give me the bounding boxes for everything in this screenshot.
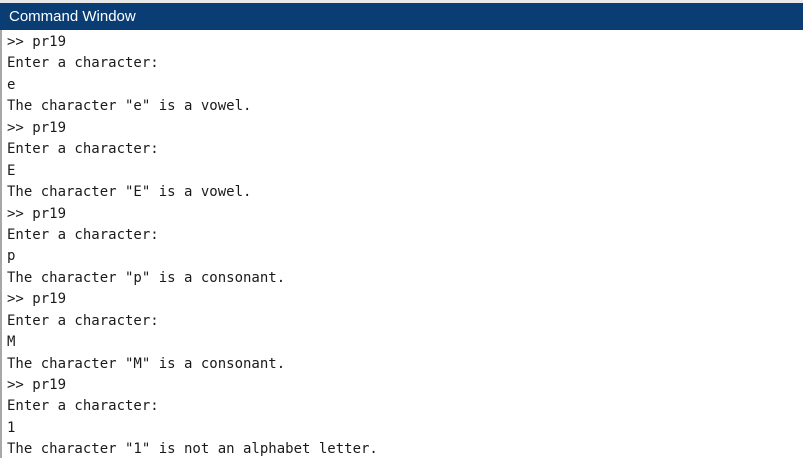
console-prompt-line: >> pr19 [7,377,67,393]
console-output-line: The character "e" is a vowel. [7,98,252,115]
command-window-titlebar[interactable]: Command Window [0,3,803,30]
console-output-line: Enter a character: [7,398,159,415]
command-window: Command Window >> pr19 Enter a character… [0,0,803,458]
console-input-line: E [7,162,16,179]
console-input-line: M [7,334,16,351]
console-output-line: Enter a character: [7,226,159,243]
window-title: Command Window [9,8,136,25]
console-prompt-line: >> pr19 [7,119,67,136]
console-output-line: The character "1" is not an alphabet let… [7,441,378,456]
console-input-line: e [7,76,16,93]
console-prompt-line: >> pr19 [7,291,67,308]
console-output-line: The character "E" is a vowel. [7,184,252,201]
console-output-line: Enter a character: [7,141,159,158]
console-output-line: The character "p" is a consonant. [7,269,286,286]
console-output-line: The character "M" is a consonant. [7,355,286,372]
window-left-border [0,30,2,458]
console-prompt-line: >> pr19 [7,205,67,222]
console-output[interactable]: >> pr19 Enter a character: e The charact… [7,32,797,456]
console-output-line: Enter a character: [7,55,159,72]
console-input-line: 1 [7,419,16,436]
console-prompt-line: >> pr19 [7,34,67,50]
console-input-line: p [7,248,16,265]
console-output-line: Enter a character: [7,312,159,329]
